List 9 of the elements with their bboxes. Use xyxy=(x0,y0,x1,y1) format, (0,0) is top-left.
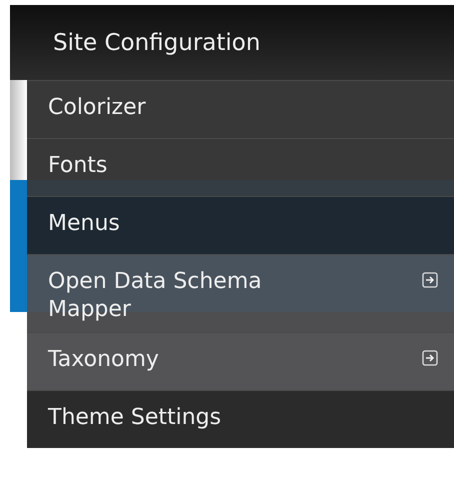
menu-item[interactable]: Colorizer xyxy=(27,80,454,138)
menu-title: Site Configuration xyxy=(10,5,454,80)
arrow-box-icon xyxy=(422,350,438,366)
arrow-box-icon xyxy=(422,272,438,288)
menu-item[interactable]: Taxonomy xyxy=(27,332,454,390)
menu-item[interactable]: Open Data Schema Mapper xyxy=(27,254,454,332)
menu-item[interactable]: Fonts xyxy=(27,138,454,196)
menu-item[interactable]: Theme Settings xyxy=(27,390,454,448)
menu-item[interactable]: Menus xyxy=(27,196,454,254)
